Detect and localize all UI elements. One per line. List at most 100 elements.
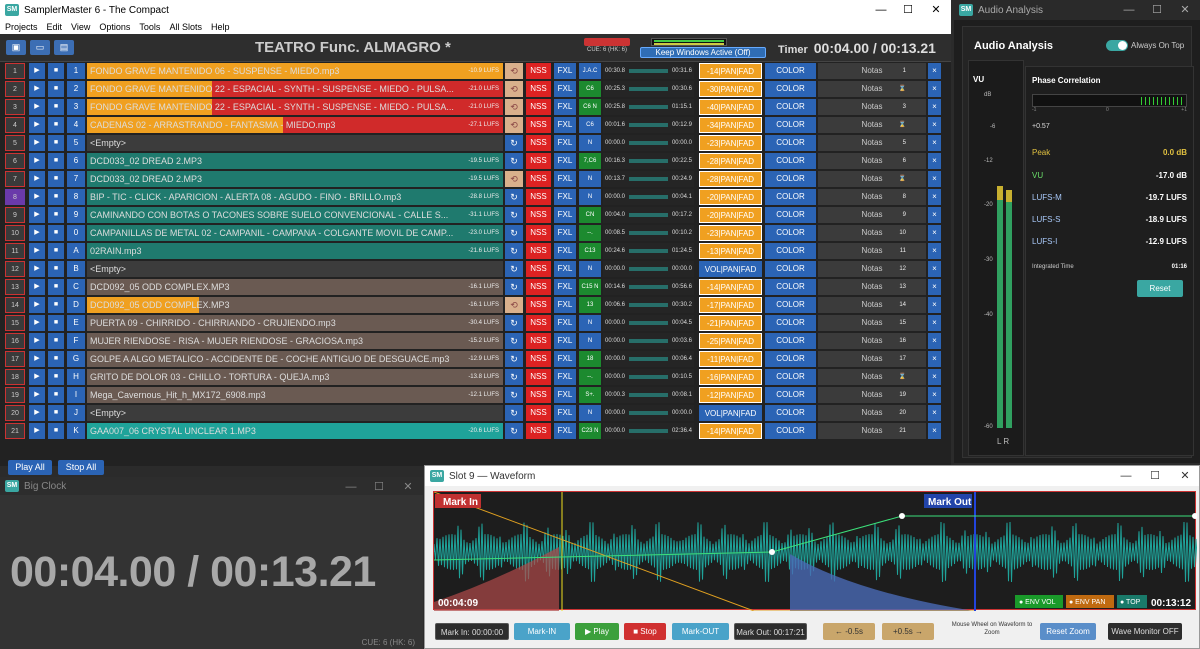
slot-number[interactable]: 5 xyxy=(5,135,25,151)
nss-button[interactable]: NSS xyxy=(526,207,551,223)
mini-waveform[interactable]: 00:00.0 00:00.0 xyxy=(603,261,694,277)
stop-icon[interactable]: ■ xyxy=(48,225,64,241)
remove-icon[interactable]: × xyxy=(928,243,941,259)
wave-monitor-button[interactable]: Wave Monitor OFF xyxy=(1108,623,1182,640)
pan-fade-button[interactable]: -28|PAN|FAD xyxy=(699,171,762,187)
minimize-icon[interactable]: — xyxy=(866,0,896,20)
play-icon[interactable]: ▶ xyxy=(29,243,45,259)
nss-button[interactable]: NSS xyxy=(526,243,551,259)
color-button[interactable]: COLOR xyxy=(765,279,816,295)
mini-waveform[interactable]: 00:06.6 00:30.2 xyxy=(603,297,694,313)
slot-number[interactable]: 2 xyxy=(5,81,25,97)
repeat-icon[interactable]: ↻ xyxy=(505,189,523,205)
fxl-button[interactable]: FXL xyxy=(554,387,576,403)
repeat-icon[interactable]: ↻ xyxy=(505,387,523,403)
remove-icon[interactable]: × xyxy=(928,261,941,277)
pan-fade-button[interactable]: -14|PAN|FAD xyxy=(699,279,762,295)
mini-waveform[interactable]: 00:00.0 02:36.4 xyxy=(603,423,694,439)
slot-row[interactable]: 11 ▶ ■ A 02RAIN.mp3 -21.6 LUFS ↻ NSS FXL… xyxy=(5,242,943,260)
pan-fade-button[interactable]: -14|PAN|FAD xyxy=(699,423,762,439)
slot-number[interactable]: 11 xyxy=(5,243,25,259)
notes-field[interactable]: Notas 12 xyxy=(818,261,926,277)
color-button[interactable]: COLOR xyxy=(765,405,816,421)
hotkey[interactable]: 6 xyxy=(67,153,85,169)
play-icon[interactable]: ▶ xyxy=(29,351,45,367)
slot-row[interactable]: 5 ▶ ■ 5 <Empty> ↻ NSS FXL N 00:00.0 00:0… xyxy=(5,134,943,152)
fxl-button[interactable]: FXL xyxy=(554,405,576,421)
channel-button[interactable]: N xyxy=(579,189,601,205)
fxl-button[interactable]: FXL xyxy=(554,171,576,187)
notes-field[interactable]: Notas 6 xyxy=(818,153,926,169)
channel-button[interactable]: C13 xyxy=(579,243,601,259)
stop-icon[interactable]: ■ xyxy=(48,207,64,223)
play-icon[interactable]: ▶ xyxy=(29,135,45,151)
channel-button[interactable]: --. xyxy=(579,225,601,241)
fxl-button[interactable]: FXL xyxy=(554,243,576,259)
loop-icon[interactable]: ⟲ xyxy=(505,297,523,313)
slot-name[interactable]: GAA007_06 CRYSTAL UNCLEAR 1.MP3 -20.6 LU… xyxy=(87,423,503,439)
nss-button[interactable]: NSS xyxy=(526,63,551,79)
notes-field[interactable]: Notas 16 xyxy=(818,333,926,349)
nss-button[interactable]: NSS xyxy=(526,387,551,403)
mini-waveform[interactable]: 00:01.6 00:12.9 xyxy=(603,117,694,133)
hotkey[interactable]: J xyxy=(67,405,85,421)
pan-fade-button[interactable]: -14|PAN|FAD xyxy=(699,63,762,79)
color-button[interactable]: COLOR xyxy=(765,423,816,439)
repeat-icon[interactable]: ↻ xyxy=(505,333,523,349)
pan-fade-button[interactable]: -40|PAN|FAD xyxy=(699,99,762,115)
slot-name[interactable]: CAMINANDO CON BOTAS O TACONES SOBRE SUEL… xyxy=(87,207,503,223)
menu-edit[interactable]: Edit xyxy=(47,22,63,32)
mark-in-button[interactable]: Mark-IN xyxy=(514,623,570,640)
nss-button[interactable]: NSS xyxy=(526,369,551,385)
stop-button[interactable]: ■ Stop xyxy=(624,623,666,640)
channel-button[interactable]: N xyxy=(579,135,601,151)
slot-number[interactable]: 8 xyxy=(5,189,25,205)
waveform-maximize-icon[interactable]: ☐ xyxy=(1140,466,1170,486)
mini-waveform[interactable]: 00:30.8 00:31.6 xyxy=(603,63,694,79)
pan-fade-button[interactable]: -23|PAN|FAD xyxy=(699,135,762,151)
slot-number[interactable]: 6 xyxy=(5,153,25,169)
notes-field[interactable]: Notas 1 xyxy=(818,63,926,79)
fxl-button[interactable]: FXL xyxy=(554,279,576,295)
slot-name[interactable]: DCD092_05 ODD COMPLEX.MP3 -16.1 LUFS xyxy=(87,279,503,295)
remove-icon[interactable]: × xyxy=(928,63,941,79)
pan-fade-button[interactable]: -23|PAN|FAD xyxy=(699,225,762,241)
remove-icon[interactable]: × xyxy=(928,207,941,223)
loop-icon[interactable]: ⟲ xyxy=(505,63,523,79)
menu-view[interactable]: View xyxy=(71,22,90,32)
color-button[interactable]: COLOR xyxy=(765,351,816,367)
mini-waveform[interactable]: 00:00.0 00:00.0 xyxy=(603,405,694,421)
hotkey[interactable]: 0 xyxy=(67,225,85,241)
stop-icon[interactable]: ■ xyxy=(48,315,64,331)
slot-name[interactable]: <Empty> xyxy=(87,135,503,151)
slot-row[interactable]: 15 ▶ ■ E PUERTA 09 - CHIRRIDO - CHIRRIAN… xyxy=(5,314,943,332)
save-icon[interactable]: ▣ xyxy=(6,40,26,55)
play-icon[interactable]: ▶ xyxy=(29,81,45,97)
hotkey[interactable]: 9 xyxy=(67,207,85,223)
slot-row[interactable]: 3 ▶ ■ 3 FONDO GRAVE MANTENIDO 22 - ESPAC… xyxy=(5,98,943,116)
play-icon[interactable]: ▶ xyxy=(29,189,45,205)
channel-button[interactable]: N xyxy=(579,171,601,187)
slot-name[interactable]: GRITO DE DOLOR 03 - CHILLO - TORTURA - Q… xyxy=(87,369,503,385)
pan-fade-button[interactable]: -20|PAN|FAD xyxy=(699,207,762,223)
color-button[interactable]: COLOR xyxy=(765,117,816,133)
play-icon[interactable]: ▶ xyxy=(29,261,45,277)
color-button[interactable]: COLOR xyxy=(765,261,816,277)
mini-waveform[interactable]: 00:25.8 01:15.1 xyxy=(603,99,694,115)
pan-fade-button[interactable]: -21|PAN|FAD xyxy=(699,315,762,331)
stop-icon[interactable]: ■ xyxy=(48,153,64,169)
hotkey[interactable]: 1 xyxy=(67,63,85,79)
play-icon[interactable]: ▶ xyxy=(29,171,45,187)
remove-icon[interactable]: × xyxy=(928,135,941,151)
pan-fade-button[interactable]: -12|PAN|FAD xyxy=(699,387,762,403)
fxl-button[interactable]: FXL xyxy=(554,135,576,151)
mini-waveform[interactable]: 00:04.0 00:17.2 xyxy=(603,207,694,223)
channel-button[interactable]: C6 xyxy=(579,117,601,133)
mini-waveform[interactable]: 00:25.3 00:30.6 xyxy=(603,81,694,97)
stop-icon[interactable]: ■ xyxy=(48,171,64,187)
play-icon[interactable]: ▶ xyxy=(29,207,45,223)
stop-icon[interactable]: ■ xyxy=(48,333,64,349)
remove-icon[interactable]: × xyxy=(928,189,941,205)
repeat-icon[interactable]: ↻ xyxy=(505,243,523,259)
pan-fade-button[interactable]: -11|PAN|FAD xyxy=(699,351,762,367)
